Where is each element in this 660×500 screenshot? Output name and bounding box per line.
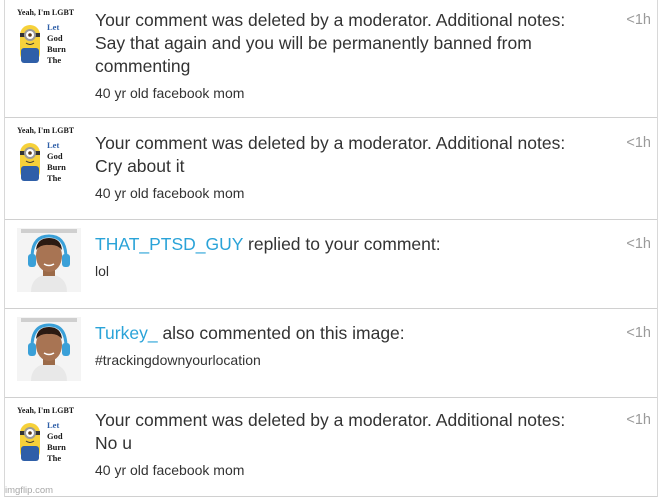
notification-subtext: 40 yr old facebook mom (95, 185, 245, 201)
notification-time: <1h (626, 412, 651, 428)
avatar-line: God (47, 431, 63, 441)
avatar-line: Let (47, 420, 60, 430)
minion-avatar[interactable]: Yeah, I'm LGBT Let God Burn The (17, 8, 81, 72)
avatar-caption: Yeah, I'm LGBT (17, 406, 75, 415)
avatar-line: God (47, 33, 63, 43)
minion-icon (20, 25, 40, 63)
notification-title: Turkey_ also commented on this image: (95, 322, 587, 345)
minion-icon (20, 423, 40, 461)
notification-title: Your comment was deleted by a moderator.… (95, 410, 566, 453)
avatar-line: Burn (47, 162, 66, 172)
avatar-line: The (47, 453, 62, 463)
avatar-line: The (47, 173, 62, 183)
notification-title: Your comment was deleted by a moderator.… (95, 133, 566, 176)
avatar-line: The (47, 55, 62, 65)
notification-time: <1h (626, 236, 651, 252)
notification-subtext: #trackingdownyourlocation (95, 352, 261, 368)
avatar-caption: Yeah, I'm LGBT (17, 126, 75, 135)
minion-avatar[interactable]: Yeah, I'm LGBT Let God Burn The (17, 406, 81, 470)
notification-item[interactable]: Turkey_ also commented on this image: #t… (5, 309, 657, 398)
notification-title: Your comment was deleted by a moderator.… (95, 10, 566, 76)
avatar-line: Burn (47, 442, 66, 452)
user-avatar[interactable] (17, 228, 81, 292)
notification-feed: Yeah, I'm LGBT Let God Burn The Your com… (4, 0, 658, 497)
notification-action: also commented on this image: (157, 323, 405, 343)
headphones-person-icon (17, 228, 81, 292)
minion-avatar[interactable]: Yeah, I'm LGBT Let God Burn The (17, 126, 81, 190)
username-link[interactable]: Turkey_ (95, 323, 158, 343)
notification-item[interactable]: Yeah, I'm LGBT Let God Burn The Your com… (5, 118, 657, 220)
watermark: imgflip.com (5, 485, 54, 496)
notification-subtext: lol (95, 263, 110, 279)
notification-time: <1h (626, 325, 651, 341)
notification-time: <1h (626, 12, 651, 28)
notification-item[interactable]: Yeah, I'm LGBT Let God Burn The Your com… (5, 398, 657, 497)
notification-action: replied to your comment: (243, 234, 441, 254)
notification-title: THAT_PTSD_GUY replied to your comment: (95, 233, 587, 256)
notification-item[interactable]: THAT_PTSD_GUY replied to your comment: l… (5, 220, 657, 309)
notification-subtext: 40 yr old facebook mom (95, 462, 245, 478)
notification-time: <1h (626, 135, 651, 151)
avatar-line: God (47, 151, 63, 161)
username-link[interactable]: THAT_PTSD_GUY (95, 234, 243, 254)
avatar-caption: Yeah, I'm LGBT (17, 8, 75, 17)
user-avatar[interactable] (17, 317, 81, 381)
notification-subtext: 40 yr old facebook mom (95, 85, 245, 101)
avatar-line: Let (47, 22, 60, 32)
avatar-line: Burn (47, 44, 66, 54)
minion-icon (20, 143, 40, 181)
notification-item[interactable]: Yeah, I'm LGBT Let God Burn The Your com… (5, 0, 657, 118)
avatar-line: Let (47, 140, 60, 150)
headphones-person-icon (17, 317, 81, 381)
